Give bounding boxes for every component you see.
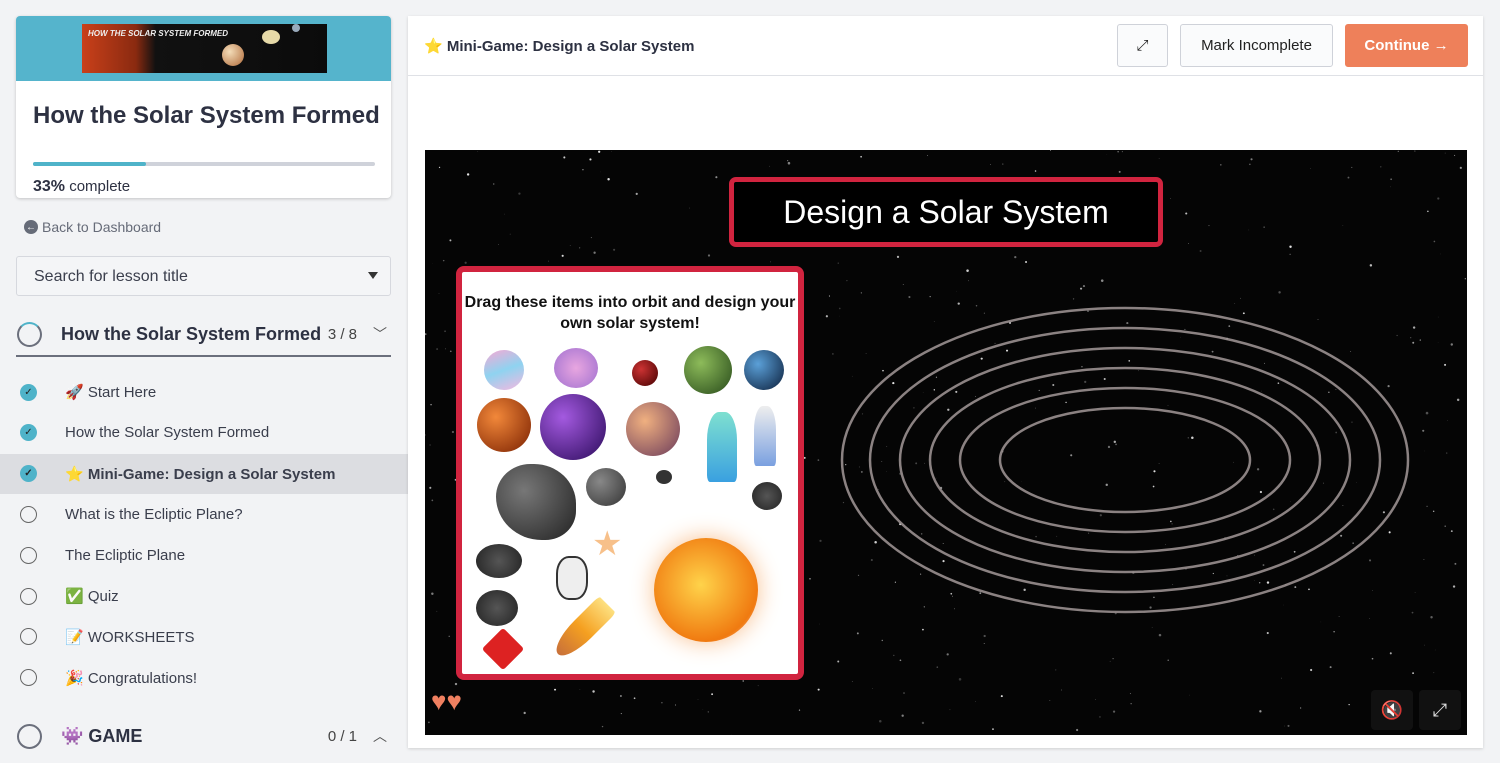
- lesson-item[interactable]: What is the Ecliptic Plane?: [0, 494, 408, 534]
- red-planet[interactable]: [632, 360, 658, 386]
- sidebar: HOW THE SOLAR SYSTEM FORMED How the Sola…: [0, 0, 408, 763]
- lesson-item[interactable]: 📝 WORKSHEETS: [0, 617, 408, 657]
- arrow-left-circle-icon: ←: [24, 220, 38, 234]
- caret-down-icon: [368, 272, 378, 279]
- lesson-title: ✅ Quiz: [65, 588, 119, 605]
- expand-icon: ⤢: [1136, 37, 1149, 54]
- fullscreen-icon: ⤢: [1432, 699, 1448, 720]
- lesson-item[interactable]: The Ecliptic Plane: [0, 535, 408, 575]
- empty-circle-icon: [20, 546, 37, 564]
- lesson-content: ⭐ Mini-Game: Design a Solar System ⤢ Mar…: [408, 16, 1483, 748]
- large-asteroid[interactable]: [496, 464, 576, 540]
- game-embed[interactable]: Design a Solar System Drag these items i…: [425, 150, 1467, 735]
- section-header[interactable]: 👾 GAME 0 / 1 ︿: [16, 714, 391, 758]
- mute-icon: 🔇: [1380, 699, 1404, 720]
- lesson-item[interactable]: ✓ 🚀 Start Here: [0, 372, 408, 412]
- check-circle-icon: ✓: [20, 465, 37, 483]
- rocket-small[interactable]: [754, 406, 776, 466]
- lesson-title: ⭐ Mini-Game: Design a Solar System: [424, 38, 695, 55]
- progress-value: 33%: [33, 178, 66, 195]
- green-planet[interactable]: [684, 346, 732, 394]
- course-banner: HOW THE SOLAR SYSTEM FORMED: [16, 16, 391, 81]
- ringed-pink-planet[interactable]: [554, 348, 598, 388]
- fullscreen-button[interactable]: ⤢: [1419, 690, 1461, 730]
- items-panel: Drag these items into orbit and design y…: [456, 266, 804, 680]
- empty-circle-icon: [20, 505, 37, 523]
- expand-button[interactable]: ⤢: [1117, 24, 1168, 67]
- mark-incomplete-button[interactable]: Mark Incomplete: [1180, 24, 1333, 67]
- orange-planet[interactable]: [477, 398, 531, 452]
- pastel-planet[interactable]: [484, 350, 524, 390]
- small-asteroid[interactable]: [656, 470, 672, 484]
- section-title: How the Solar System Formed: [61, 323, 322, 344]
- asteroid[interactable]: [476, 544, 522, 578]
- astronaut[interactable]: [556, 556, 588, 600]
- chevron-up-icon: ︿: [373, 728, 387, 744]
- blue-planet[interactable]: [744, 350, 784, 390]
- course-title: How the Solar System Formed: [33, 102, 380, 129]
- asteroid[interactable]: [752, 482, 782, 510]
- satellite[interactable]: [481, 627, 525, 671]
- search-placeholder: Search for lesson title: [34, 268, 188, 285]
- progress-suffix: complete: [69, 178, 131, 195]
- section-progress-ring: [17, 321, 42, 347]
- asteroid[interactable]: [476, 590, 518, 626]
- lesson-title: What is the Ecliptic Plane?: [65, 505, 243, 523]
- star-sticker[interactable]: ★: [592, 524, 622, 564]
- mute-button[interactable]: 🔇: [1371, 690, 1413, 730]
- hearts-decoration: ♥♥: [431, 686, 462, 716]
- continue-button[interactable]: Continue →: [1345, 24, 1468, 67]
- course-banner-image: HOW THE SOLAR SYSTEM FORMED: [82, 24, 327, 73]
- lesson-item[interactable]: ✅ Quiz: [0, 576, 408, 616]
- check-circle-icon: ✓: [20, 424, 37, 442]
- section-header[interactable]: How the Solar System Formed 3 / 8 ﹀: [16, 313, 391, 357]
- lesson-item[interactable]: ✓ ⭐ Mini-Game: Design a Solar System: [0, 453, 408, 494]
- lesson-title: ⭐ Mini-Game: Design a Solar System: [65, 465, 336, 483]
- lesson-title: 🚀 Start Here: [65, 384, 157, 401]
- empty-circle-icon: [20, 669, 37, 687]
- empty-circle-icon: [20, 628, 37, 646]
- back-label: Back to Dashboard: [42, 219, 162, 235]
- comet[interactable]: [549, 596, 616, 663]
- lesson-title: The Ecliptic Plane: [65, 546, 186, 564]
- lesson-title: 📝 WORKSHEETS: [65, 628, 195, 646]
- lesson-title: How the Solar System Formed: [65, 424, 270, 442]
- section-progress-ring: [17, 723, 42, 749]
- check-circle-icon: ✓: [20, 383, 37, 401]
- section-count: 3 / 8: [327, 325, 357, 343]
- game-title: Design a Solar System: [729, 177, 1163, 247]
- lesson-item[interactable]: ✓ How the Solar System Formed: [0, 413, 408, 453]
- sun[interactable]: [654, 538, 758, 642]
- section-count: 0 / 1: [327, 727, 357, 745]
- section-title: 👾 GAME: [61, 725, 143, 746]
- lesson-title: 🎉 Congratulations!: [65, 669, 198, 687]
- lesson-item[interactable]: 🎉 Congratulations!: [0, 658, 408, 698]
- back-to-dashboard-link[interactable]: ← Back to Dashboard: [24, 219, 161, 235]
- lesson-search-dropdown[interactable]: Search for lesson title: [16, 256, 391, 296]
- chevron-down-icon: ﹀: [373, 326, 387, 342]
- asteroid[interactable]: [586, 468, 626, 506]
- purple-planet[interactable]: [540, 394, 606, 460]
- empty-circle-icon: [20, 587, 37, 605]
- saturn-planet[interactable]: [626, 402, 680, 456]
- rocket[interactable]: [707, 412, 737, 482]
- course-card: HOW THE SOLAR SYSTEM FORMED How the Sola…: [16, 16, 391, 198]
- course-progress-bar: [33, 162, 375, 166]
- lesson-header: ⭐ Mini-Game: Design a Solar System ⤢ Mar…: [408, 16, 1483, 76]
- game-instructions: Drag these items into orbit and design y…: [464, 294, 796, 332]
- course-progress-text: 33% complete: [33, 178, 130, 196]
